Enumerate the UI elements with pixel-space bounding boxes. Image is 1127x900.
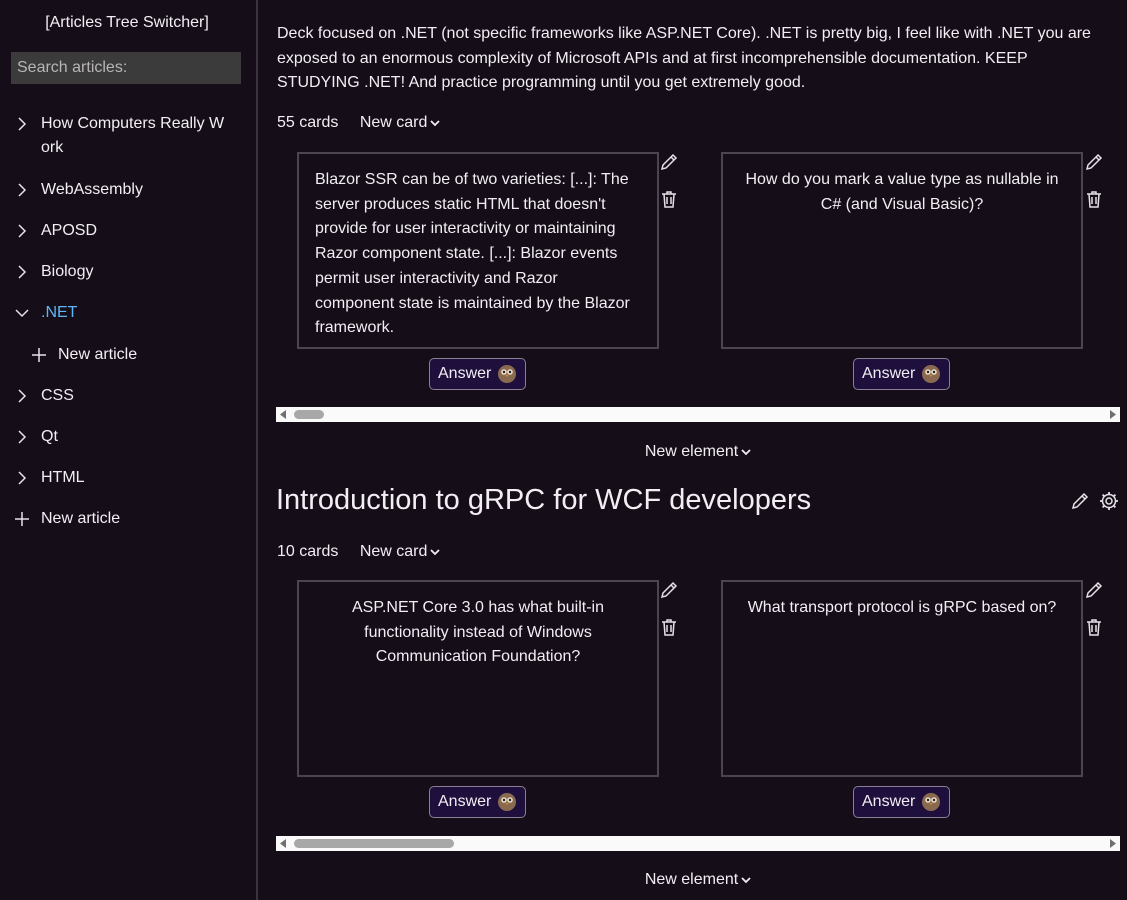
horizontal-scrollbar[interactable]: [276, 836, 1120, 851]
answer-label: Answer: [862, 793, 916, 810]
chevron-right-icon: [18, 430, 27, 444]
chevron-down-icon: [430, 549, 441, 556]
flashcard[interactable]: What transport protocol is gRPC based on…: [721, 580, 1083, 777]
new-card-dropdown[interactable]: New card: [360, 543, 441, 560]
scroll-right-icon[interactable]: [1108, 410, 1117, 419]
sidebar: [Articles Tree Switcher] How Computers R…: [0, 0, 258, 900]
deck-toolbar: 10 cards New card: [277, 543, 441, 561]
scroll-left-icon[interactable]: [279, 410, 288, 419]
plus-icon: [15, 512, 29, 526]
pencil-icon[interactable]: [1069, 490, 1091, 512]
deck-description: Deck focused on .NET (not specific frame…: [277, 25, 1091, 91]
owl-icon: [922, 365, 941, 383]
plus-icon: [32, 348, 46, 362]
answer-label: Answer: [438, 793, 492, 810]
new-article-label: New article: [41, 510, 121, 527]
new-card-label: New card: [359, 543, 428, 560]
gear-icon[interactable]: [1098, 490, 1120, 512]
sidebar-item-label: .NET: [41, 304, 78, 321]
sidebar-item-label: WebAssembly: [41, 181, 143, 198]
answer-label: Answer: [438, 365, 492, 382]
main-content: Deck focused on .NET (not specific frame…: [260, 0, 1127, 900]
answer-button[interactable]: Answer: [853, 358, 951, 390]
new-article-label: New article: [58, 346, 138, 363]
answer-button[interactable]: Answer: [853, 786, 951, 818]
horizontal-scrollbar[interactable]: [276, 407, 1120, 422]
chevron-right-icon: [18, 224, 27, 238]
owl-icon: [922, 793, 941, 811]
trash-icon[interactable]: [1083, 616, 1105, 638]
new-card-dropdown[interactable]: New card: [360, 114, 441, 131]
articles-tree-switcher[interactable]: [Articles Tree Switcher]: [0, 14, 254, 32]
search-articles-input[interactable]: [11, 52, 241, 84]
sidebar-item-label: CSS: [41, 387, 74, 404]
scrollbar-thumb[interactable]: [294, 410, 324, 419]
new-card-label: New card: [359, 114, 428, 131]
chevron-right-icon: [18, 183, 27, 197]
sidebar-item-label: How Computers Really Work: [41, 115, 225, 156]
answer-button[interactable]: Answer: [429, 786, 527, 818]
deck-toolbar: 55 cards New card: [277, 114, 441, 132]
pencil-icon[interactable]: [658, 151, 680, 173]
trash-icon[interactable]: [658, 616, 680, 638]
owl-icon: [498, 793, 517, 811]
card-count: 55 cards: [277, 114, 339, 131]
new-element-label: New element: [644, 443, 739, 460]
new-element-dropdown[interactable]: New element: [260, 443, 1127, 461]
sidebar-item-label: Qt: [41, 428, 58, 445]
chevron-right-icon: [18, 265, 27, 279]
flashcard[interactable]: How do you mark a value type as nullable…: [721, 152, 1083, 349]
chevron-down-icon: [741, 449, 751, 456]
chevron-down-icon: [430, 120, 441, 127]
pencil-icon[interactable]: [1083, 579, 1105, 601]
sidebar-item-how-computers-really-work[interactable]: How Computers Really Work: [14, 112, 244, 160]
sidebar-item-label: HTML: [41, 469, 85, 486]
pencil-icon[interactable]: [1083, 151, 1105, 173]
chevron-down-icon: [741, 877, 751, 884]
card-question: Blazor SSR can be of two varieties: [...…: [315, 171, 630, 337]
owl-icon: [498, 365, 517, 383]
section-title: Introduction to gRPC for WCF developers: [276, 484, 812, 516]
chevron-right-icon: [18, 117, 27, 131]
new-element-label: New element: [644, 871, 739, 888]
sidebar-item-label: Biology: [41, 263, 94, 280]
answer-label: Answer: [862, 365, 916, 382]
flashcard[interactable]: ASP.NET Core 3.0 has what built-in funct…: [297, 580, 659, 777]
pencil-icon[interactable]: [658, 579, 680, 601]
chevron-down-icon: [15, 309, 29, 318]
chevron-right-icon: [18, 389, 27, 403]
trash-icon[interactable]: [1083, 188, 1105, 210]
card-question: ASP.NET Core 3.0 has what built-in funct…: [352, 599, 604, 666]
card-question: What transport protocol is gRPC based on…: [747, 599, 1057, 616]
answer-button[interactable]: Answer: [429, 358, 527, 390]
card-count: 10 cards: [277, 543, 339, 560]
chevron-right-icon: [18, 471, 27, 485]
card-question: How do you mark a value type as nullable…: [745, 171, 1059, 213]
trash-icon[interactable]: [658, 188, 680, 210]
new-element-dropdown[interactable]: New element: [260, 871, 1127, 889]
flashcard[interactable]: Blazor SSR can be of two varieties: [...…: [297, 152, 659, 349]
sidebar-item-label: APOSD: [41, 222, 98, 239]
scroll-right-icon[interactable]: [1108, 839, 1117, 848]
scrollbar-thumb[interactable]: [294, 839, 454, 848]
scroll-left-icon[interactable]: [279, 839, 288, 848]
